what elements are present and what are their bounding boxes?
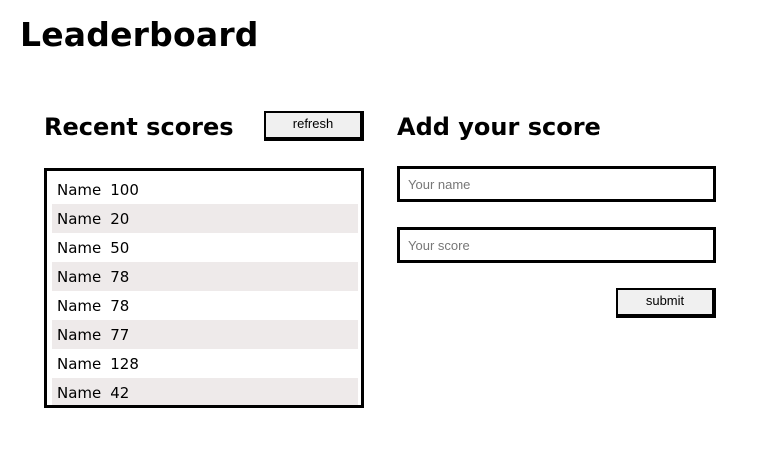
refresh-button[interactable]: refresh	[264, 111, 364, 141]
add-score-title: Add your score	[397, 113, 601, 141]
score-name: Name	[57, 354, 102, 373]
submit-button[interactable]: submit	[616, 288, 716, 318]
list-item: Name 50	[52, 233, 358, 262]
name-input[interactable]	[397, 166, 716, 202]
list-item: Name 78	[52, 291, 358, 320]
score-value: 78	[110, 267, 130, 286]
list-item: Name 128	[52, 349, 358, 378]
list-item: Name 78	[52, 262, 358, 291]
score-value: 128	[110, 354, 139, 373]
score-name: Name	[57, 383, 102, 402]
score-input[interactable]	[397, 227, 716, 263]
score-value: 20	[110, 209, 130, 228]
score-value: 78	[110, 296, 130, 315]
score-value: 77	[110, 325, 130, 344]
score-list: Name 100 Name 20 Name 50 Name 78 Name 78…	[44, 168, 364, 408]
score-value: 42	[110, 383, 130, 402]
score-name: Name	[57, 325, 102, 344]
list-item: Name 20	[52, 204, 358, 233]
leaderboard-page: Leaderboard Recent scores refresh Name 1…	[0, 0, 760, 476]
score-value: 100	[110, 180, 139, 199]
list-item: Name 42	[52, 378, 358, 405]
page-title: Leaderboard	[20, 15, 259, 54]
score-name: Name	[57, 296, 102, 315]
score-value: 50	[110, 238, 130, 257]
recent-scores-title: Recent scores	[44, 113, 234, 141]
score-name: Name	[57, 238, 102, 257]
score-name: Name	[57, 267, 102, 286]
list-item: Name 100	[52, 175, 358, 204]
score-name: Name	[57, 209, 102, 228]
score-name: Name	[57, 180, 102, 199]
list-item: Name 77	[52, 320, 358, 349]
